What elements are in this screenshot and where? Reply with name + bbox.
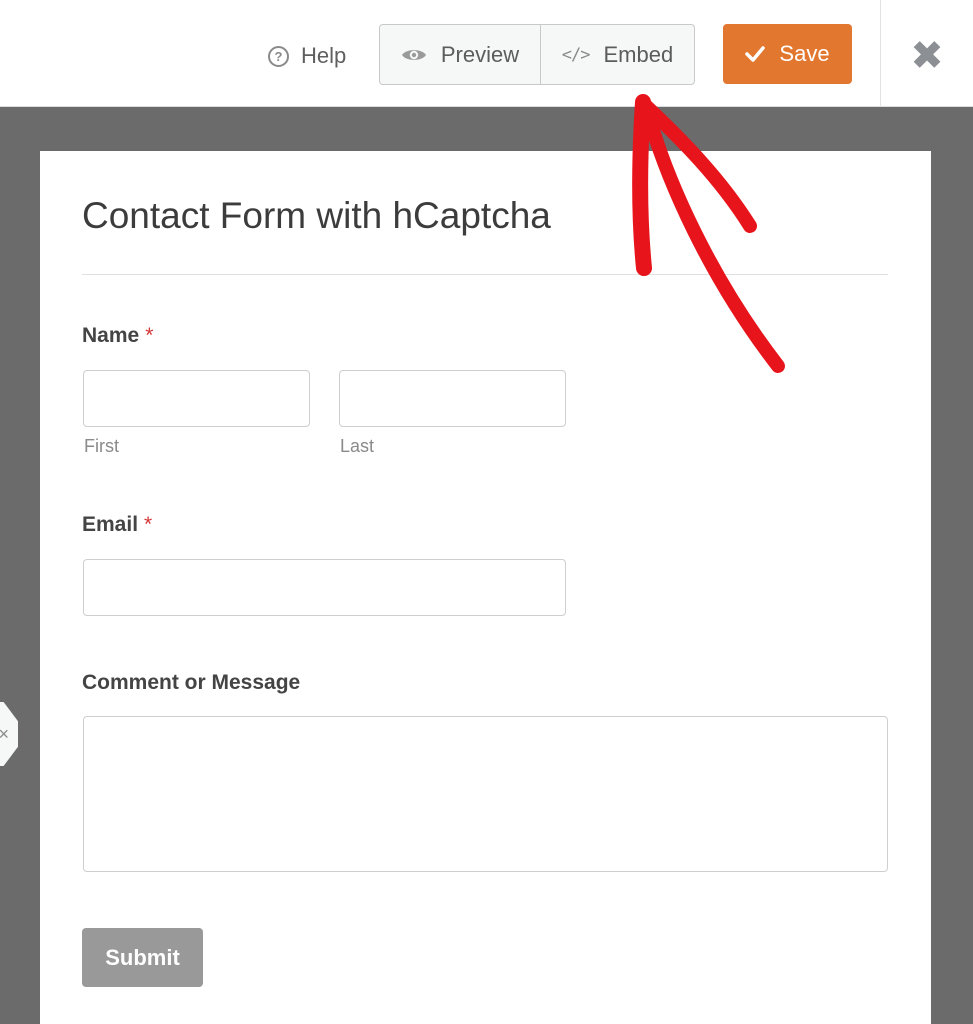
close-icon[interactable]: ✖ [905,34,949,78]
sidebar-toggle[interactable]: × [0,702,18,766]
embed-button[interactable]: </> Embed [541,25,694,84]
first-sublabel: First [84,436,119,456]
message-textarea[interactable] [83,716,888,872]
eye-icon [401,49,426,60]
preview-button[interactable]: Preview [380,25,541,84]
toolbar-divider [880,0,881,107]
first-name-input[interactable] [83,370,310,427]
help-button[interactable]: ? Help [268,40,346,72]
required-marker: * [145,324,154,347]
form-title: Contact Form with hCaptcha [82,195,551,236]
required-marker: * [144,513,153,536]
builder-toolbar: ? Help Preview </> Embed Save ✖ [0,0,973,107]
preview-embed-group: Preview </> Embed [379,24,695,85]
question-circle-icon: ? [268,45,289,67]
last-name-input[interactable] [339,370,566,427]
message-label: Comment or Message [82,671,301,694]
form-preview-card: Contact Form with hCaptcha Name * First L… [40,151,931,1024]
last-sublabel: Last [340,436,375,456]
name-label: Name * [82,324,154,347]
submit-button[interactable]: Submit [82,928,203,987]
help-label: Help [301,43,347,68]
close-icon: × [0,723,9,744]
title-divider [82,274,888,275]
email-label: Email * [82,513,153,536]
email-input[interactable] [83,559,566,616]
code-icon: </> [561,44,591,65]
save-button[interactable]: Save [723,24,852,84]
preview-label: Preview [440,41,520,67]
embed-label: Embed [603,41,674,67]
save-label: Save [779,41,830,66]
checkmark-icon [745,46,766,62]
